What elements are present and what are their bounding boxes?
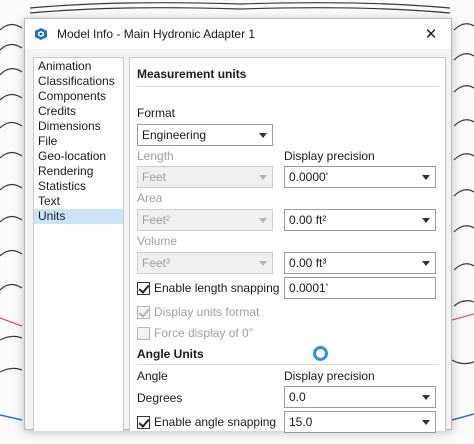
angle-snapping-value: 15.0 <box>289 415 313 429</box>
chevron-down-icon <box>259 175 267 180</box>
length-unit-value: Feet <box>142 170 167 184</box>
length-unit-dropdown: Feet <box>137 166 273 188</box>
volume-unit-dropdown: Feet³ <box>137 252 273 274</box>
category-list: Animation Classifications Components Cre… <box>33 57 124 431</box>
chevron-down-icon <box>259 218 267 223</box>
area-precision-value: 0.00 ft² <box>289 213 327 227</box>
volume-label: Volume <box>137 234 178 248</box>
volume-precision-dropdown[interactable]: 0.00 ft³ <box>284 252 436 274</box>
sidebar-item-dimensions[interactable]: Dimensions <box>34 119 123 134</box>
format-value: Engineering <box>142 128 207 142</box>
length-snapping-value: 0.0001' <box>289 281 328 295</box>
section-divider <box>137 364 439 365</box>
area-precision-dropdown[interactable]: 0.00 ft² <box>284 209 436 231</box>
chevron-down-icon <box>422 420 430 425</box>
title-bar[interactable]: Model Info - Main Hydronic Adapter 1 ✕ <box>25 19 451 49</box>
section-divider <box>137 86 439 87</box>
close-button[interactable]: ✕ <box>411 19 451 49</box>
loading-spinner-icon <box>313 346 328 361</box>
angle-precision-value: 0.0 <box>289 390 306 404</box>
angle-units-heading: Angle Units <box>137 347 204 361</box>
sidebar-item-text[interactable]: Text <box>34 194 123 209</box>
format-dropdown[interactable]: Engineering <box>137 124 273 146</box>
force-display-zero-label: Force display of 0" <box>154 326 253 340</box>
angle-precision-dropdown[interactable]: 0.0 <box>284 386 436 408</box>
chevron-down-icon <box>259 133 267 138</box>
volume-unit-value: Feet³ <box>142 256 171 270</box>
area-unit-value: Feet² <box>142 213 171 227</box>
angle-label: Angle <box>137 369 168 383</box>
sidebar-item-geo-location[interactable]: Geo-location <box>34 149 123 164</box>
units-panel: Measurement units Format Engineering Len… <box>129 57 446 433</box>
enable-length-snapping-toggle[interactable]: Enable length snapping <box>137 281 279 295</box>
volume-precision-value: 0.00 ft³ <box>289 256 327 270</box>
window-title: Model Info - Main Hydronic Adapter 1 <box>57 27 256 41</box>
chevron-down-icon <box>422 175 430 180</box>
enable-angle-snapping-checkbox[interactable] <box>137 415 150 429</box>
length-label: Length <box>137 149 174 163</box>
angle-precision-label: Display precision <box>284 369 375 383</box>
sidebar-item-classifications[interactable]: Classifications <box>34 74 123 89</box>
sidebar-item-animation[interactable]: Animation <box>34 59 123 74</box>
sidebar-item-rendering[interactable]: Rendering <box>34 164 123 179</box>
display-units-format-checkbox <box>137 305 150 319</box>
angle-snapping-dropdown[interactable]: 15.0 <box>284 411 436 433</box>
display-units-format-label: Display units format <box>154 305 260 319</box>
chevron-down-icon <box>422 261 430 266</box>
area-unit-dropdown: Feet² <box>137 209 273 231</box>
sidebar-item-units[interactable]: Units <box>34 209 123 224</box>
format-label: Format <box>137 106 176 120</box>
sketchup-logo-icon <box>33 26 49 42</box>
length-precision-label: Display precision <box>284 149 375 163</box>
length-precision-dropdown[interactable]: 0.0000' <box>284 166 436 188</box>
sidebar-item-statistics[interactable]: Statistics <box>34 179 123 194</box>
force-display-zero-toggle: Force display of 0" <box>137 326 253 340</box>
length-snapping-input[interactable]: 0.0001' <box>284 277 436 299</box>
measurement-units-heading: Measurement units <box>137 67 247 81</box>
chevron-down-icon <box>422 395 430 400</box>
length-precision-value: 0.0000' <box>289 170 328 184</box>
sidebar-item-credits[interactable]: Credits <box>34 104 123 119</box>
degrees-label: Degrees <box>137 391 183 405</box>
enable-angle-snapping-label: Enable angle snapping <box>154 415 277 429</box>
sidebar-item-file[interactable]: File <box>34 134 123 149</box>
force-display-zero-checkbox <box>137 326 150 340</box>
model-info-dialog: Model Info - Main Hydronic Adapter 1 ✕ A… <box>24 18 452 433</box>
sidebar-item-components[interactable]: Components <box>34 89 123 104</box>
chevron-down-icon <box>422 218 430 223</box>
display-units-format-toggle: Display units format <box>137 305 259 319</box>
close-icon: ✕ <box>424 26 438 43</box>
enable-angle-snapping-toggle[interactable]: Enable angle snapping <box>137 415 276 429</box>
enable-length-snapping-label: Enable length snapping <box>154 281 280 295</box>
chevron-down-icon <box>259 261 267 266</box>
area-label: Area <box>137 191 163 205</box>
enable-length-snapping-checkbox[interactable] <box>137 281 150 295</box>
